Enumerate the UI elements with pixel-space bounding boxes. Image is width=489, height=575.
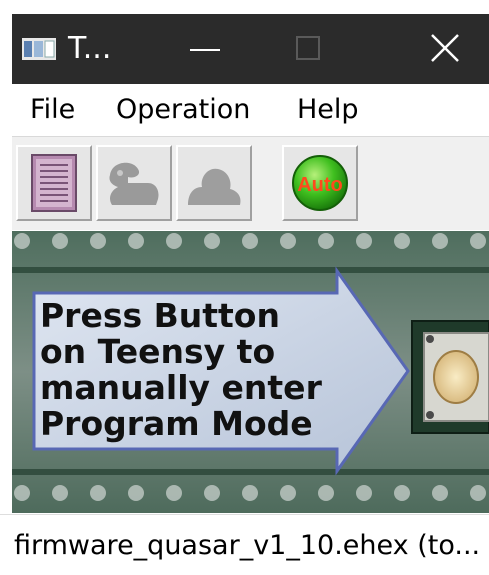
close-button[interactable] (402, 14, 489, 84)
reboot-button[interactable] (176, 145, 252, 221)
close-icon (431, 34, 459, 62)
auto-label: Auto (297, 174, 343, 196)
log-window-button[interactable] (16, 145, 92, 221)
maximize-button (282, 14, 372, 84)
title-bar[interactable]: T... (12, 14, 489, 84)
instruction-line: Press Button (40, 296, 280, 335)
instruction-line: manually enter (40, 368, 322, 407)
auto-icon: Auto (292, 155, 348, 211)
status-bar: firmware_quasar_v1_10.ehex (to... (0, 514, 489, 575)
app-icon (22, 38, 56, 60)
reboot-icon (188, 168, 241, 205)
instruction-line: Program Mode (40, 404, 313, 443)
menu-bar: File Operation Help (12, 84, 489, 137)
program-button[interactable] (96, 145, 172, 221)
document-list-icon (31, 154, 77, 212)
auto-button[interactable]: Auto (282, 145, 358, 221)
instruction-text: Press Button on Teensy to manually enter… (40, 298, 400, 442)
instruction-line: on Teensy to (40, 332, 276, 371)
teensy-loader-window: T... File Operation Help Auto Press Butt… (0, 0, 489, 575)
window-title: T... (68, 31, 112, 66)
toolbar: Auto (12, 137, 489, 230)
menu-help[interactable]: Help (297, 92, 359, 128)
status-text: firmware_quasar_v1_10.ehex (to... (14, 530, 481, 561)
menu-operation[interactable]: Operation (116, 92, 250, 128)
menu-file[interactable]: File (30, 92, 75, 128)
program-icon (109, 162, 159, 205)
minimize-button[interactable] (162, 14, 252, 84)
